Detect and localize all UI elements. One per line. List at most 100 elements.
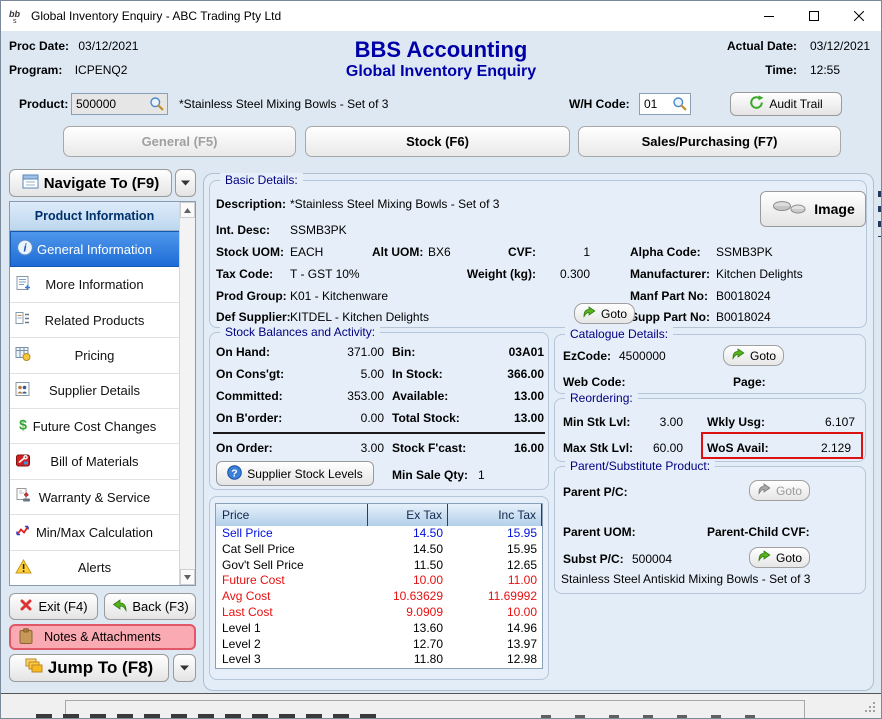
svg-text:?: ?: [232, 467, 238, 479]
sidebar-item-alerts[interactable]: Alerts: [10, 550, 195, 586]
actual-date-label: Actual Date:: [726, 39, 797, 53]
supplier-stock-levels-label: Supplier Stock Levels: [247, 466, 363, 481]
ezcode-value: 4500000: [619, 349, 666, 363]
parent-substitute-title: Parent/Substitute Product:: [565, 459, 716, 473]
sidebar-item-warranty-service[interactable]: Warranty & Service: [10, 479, 195, 516]
tab-general[interactable]: General (F5): [63, 126, 296, 157]
weight-label: Weight (kg):: [466, 267, 536, 281]
catalogue-details-panel: Catalogue Details: EzCode: 4500000 Goto …: [554, 327, 866, 394]
notes-attachments-button[interactable]: Notes & Attachments: [9, 624, 196, 650]
minmax-chart-icon: [15, 523, 31, 542]
def-supplier-value: KITDEL - Kitchen Delights: [290, 310, 429, 324]
window-title: Global Inventory Enquiry - ABC Trading P…: [31, 9, 282, 23]
time-value: 12:55: [810, 63, 841, 77]
audit-trail-label: Audit Trail: [769, 97, 823, 111]
svg-text:$: $: [19, 417, 27, 433]
supplier-people-icon: [15, 381, 31, 400]
sidebar-item-label: Pricing: [74, 347, 115, 363]
scroll-up-arrow[interactable]: [180, 202, 195, 218]
image-button[interactable]: Image: [760, 191, 866, 227]
catalogue-title: Catalogue Details:: [565, 327, 674, 341]
goto-label: Goto: [750, 348, 777, 363]
on-order-value: 3.00: [360, 441, 384, 455]
price-row-level-1[interactable]: Level 1 13.60 14.96: [216, 621, 542, 637]
col-ex-tax: Ex Tax: [368, 504, 448, 526]
supp-part-label: Supp Part No:: [630, 310, 710, 324]
on-hand-value: 371.00: [347, 345, 384, 359]
price-row-last-cost[interactable]: Last Cost 9.0909 10.00: [216, 605, 542, 621]
price-row-govt-sell-price[interactable]: Gov't Sell Price 11.50 12.65: [216, 558, 542, 574]
stamp-icon: [15, 488, 31, 507]
exit-button[interactable]: Exit (F4): [9, 593, 98, 620]
sidebar-item-label: Min/Max Calculation: [35, 524, 154, 540]
on-consgt-label: On Cons'gt:: [216, 367, 285, 381]
supplier-stock-levels-button[interactable]: ? Supplier Stock Levels: [216, 461, 374, 486]
sidebar-item-label: Warranty & Service: [38, 489, 151, 505]
document-plus-icon: [15, 275, 31, 294]
maximize-button[interactable]: [791, 1, 836, 31]
nav-group-header: Product Information: [10, 202, 195, 231]
price-row-cat-sell-price[interactable]: Cat Sell Price 14.50 15.95: [216, 542, 542, 558]
background-window-sliver: [541, 715, 756, 718]
scroll-down-arrow[interactable]: [180, 569, 195, 585]
parent-goto-button[interactable]: Goto: [749, 480, 811, 501]
sidebar-item-general-information[interactable]: i General Information: [10, 231, 195, 268]
nav-scrollbar[interactable]: [179, 202, 195, 585]
exit-label: Exit (F4): [38, 599, 88, 614]
ezcode-goto-button[interactable]: Goto: [723, 345, 785, 366]
sidebar-item-min-max-calculation[interactable]: Min/Max Calculation: [10, 515, 195, 551]
wos-avail-label: WoS Avail:: [707, 441, 769, 455]
min-stk-value: 3.00: [659, 415, 683, 429]
recycle-icon: [749, 95, 764, 113]
sidebar-item-pricing[interactable]: Pricing: [10, 338, 195, 374]
sidebar-item-supplier-details[interactable]: Supplier Details: [10, 373, 195, 410]
tab-sales-purchasing[interactable]: Sales/Purchasing (F7): [578, 126, 841, 157]
goto-arrow-icon: [731, 348, 746, 363]
product-search-icon[interactable]: [149, 96, 164, 114]
subst-goto-button[interactable]: Goto: [749, 547, 811, 568]
tab-stock[interactable]: Stock (F6): [305, 126, 570, 157]
sidebar-item-related-products[interactable]: Related Products: [10, 302, 195, 339]
cvf-label: CVF:: [508, 245, 536, 259]
stock-uom-value: EACH: [290, 245, 324, 259]
basic-details-panel: Basic Details: Description: *Stainless S…: [209, 173, 867, 328]
goto-arrow-icon: [582, 306, 597, 321]
navigate-to-label: Navigate To (F9): [43, 174, 160, 192]
jump-to-dropdown[interactable]: [173, 654, 196, 682]
bin-value: 03A01: [508, 345, 544, 359]
back-label: Back (F3): [132, 599, 189, 614]
clipboard-icon: [19, 627, 33, 647]
background-window-sliver: [36, 714, 376, 718]
pricing-grid-icon: [15, 346, 31, 365]
max-stk-value: 60.00: [652, 441, 683, 455]
sidebar-item-label: Alerts: [77, 560, 112, 576]
bom-tool-icon: [15, 452, 31, 471]
minimize-button[interactable]: [746, 1, 791, 31]
price-row-level-3[interactable]: Level 3 11.80 12.98: [216, 652, 542, 668]
sidebar-item-future-cost-changes[interactable]: $ Future Cost Changes: [10, 409, 195, 445]
price-row-future-cost[interactable]: Future Cost 10.00 11.00: [216, 573, 542, 589]
wh-search-icon[interactable]: [672, 96, 687, 114]
sidebar-item-more-information[interactable]: More Information: [10, 267, 195, 303]
supplier-goto-button[interactable]: Goto: [574, 303, 636, 324]
price-row-level-2[interactable]: Level 2 12.70 13.97: [216, 637, 542, 653]
price-row-avg-cost[interactable]: Avg Cost 10.63629 11.69992: [216, 589, 542, 605]
close-button[interactable]: [836, 1, 881, 31]
price-panel: Price Ex Tax Inc Tax Sell Price 14.50 15.9…: [209, 496, 549, 680]
available-value: 13.00: [513, 389, 544, 403]
price-table-header: Price Ex Tax Inc Tax: [216, 504, 542, 526]
audit-trail-button[interactable]: Audit Trail: [730, 92, 842, 116]
price-row-sell-price[interactable]: Sell Price 14.50 15.95: [216, 526, 542, 542]
bowls-thumbnail-icon: [771, 198, 809, 221]
jump-to-button[interactable]: Jump To (F8): [9, 654, 169, 682]
int-desc-value: SSMB3PK: [290, 223, 347, 237]
navigation-list: Product Information i General Informatio…: [9, 201, 196, 586]
navigate-to-dropdown[interactable]: [175, 169, 196, 197]
on-border-value: 0.00: [360, 411, 384, 425]
resize-grip[interactable]: [864, 701, 876, 716]
sidebar-item-bill-of-materials[interactable]: Bill of Materials: [10, 444, 195, 480]
back-arrow-icon: [111, 598, 127, 615]
total-stock-value: 13.00: [513, 411, 544, 425]
navigate-to-button[interactable]: Navigate To (F9): [9, 169, 172, 197]
back-button[interactable]: Back (F3): [104, 593, 196, 620]
